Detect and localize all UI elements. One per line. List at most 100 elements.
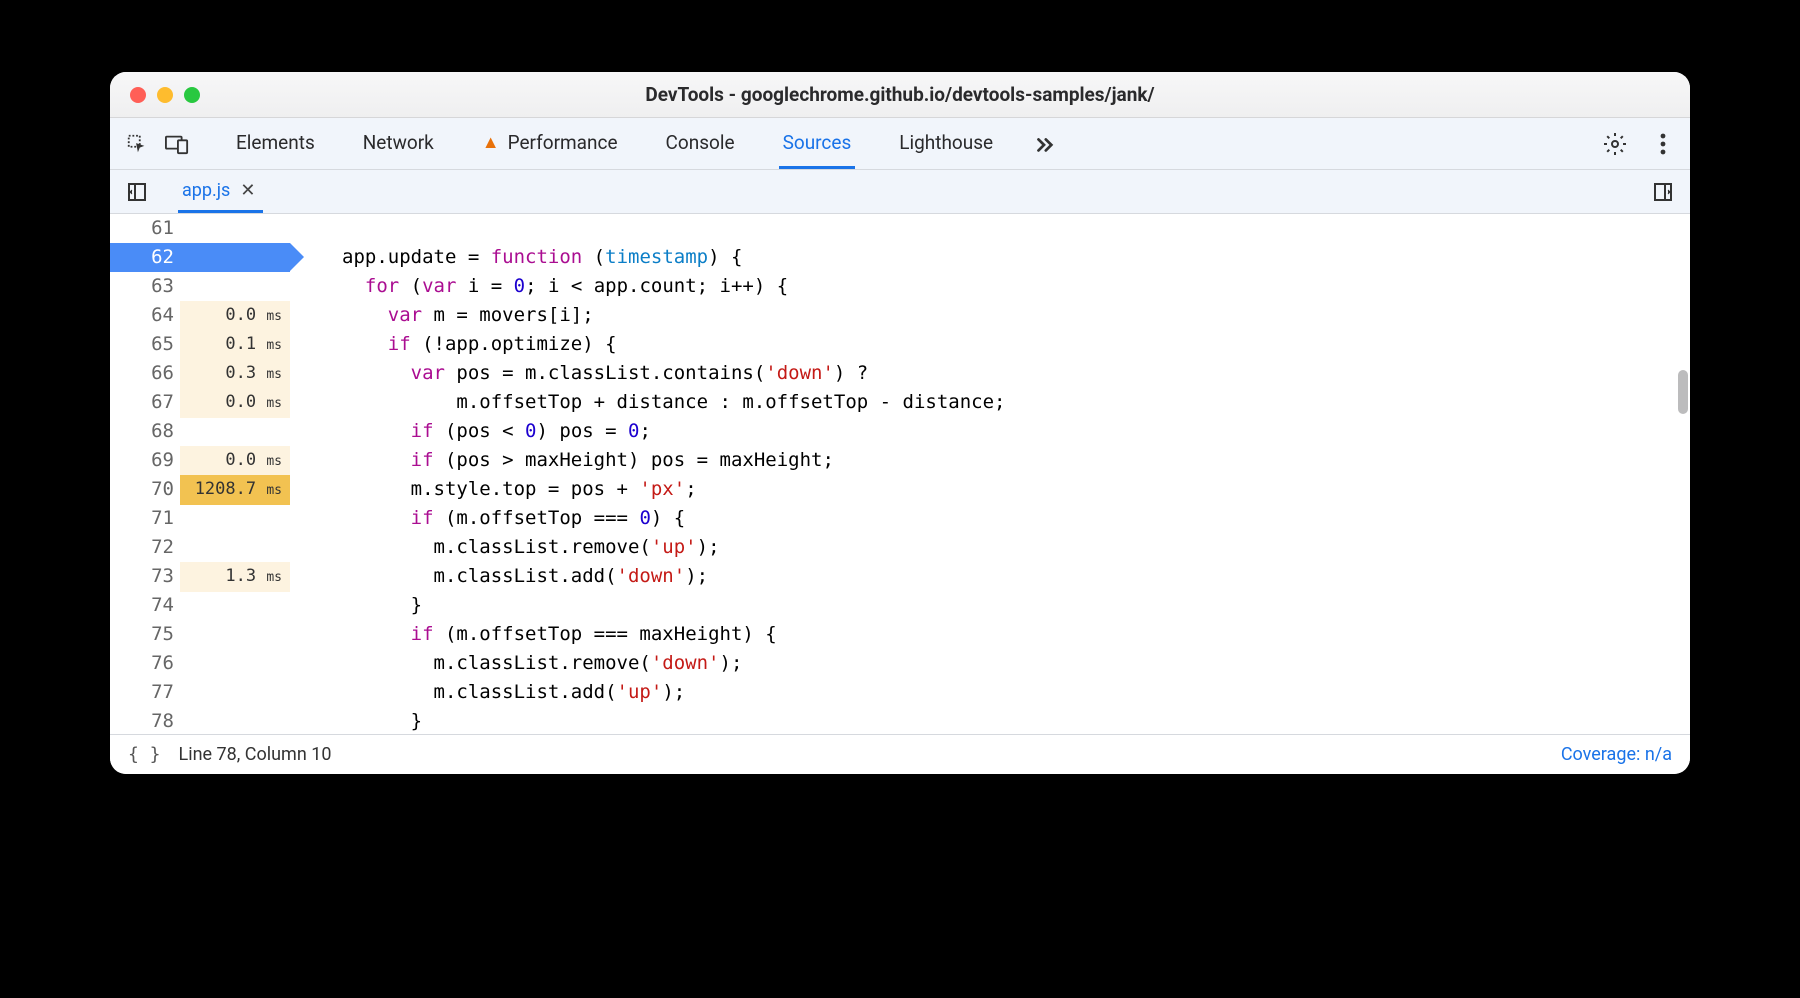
devtools-window: DevTools - googlechrome.github.io/devtoo… [110, 72, 1690, 774]
line-number: 62 [122, 243, 180, 272]
line-timing: 1208.7 ms [180, 475, 290, 505]
gutter-line[interactable]: 63 [110, 272, 290, 301]
gutter-line[interactable]: 670.0 ms [110, 388, 290, 417]
line-timing: 1.3 ms [180, 562, 290, 592]
sources-subbar: app.js ✕ [110, 170, 1690, 214]
gutter-line[interactable]: 76 [110, 649, 290, 678]
maximize-window-button[interactable] [184, 87, 200, 103]
line-number: 73 [122, 562, 180, 591]
gutter-line[interactable]: 660.3 ms [110, 359, 290, 388]
line-number: 66 [122, 359, 180, 388]
gutter-line[interactable]: 71 [110, 504, 290, 533]
code-editor[interactable]: 616263640.0 ms650.1 ms660.3 ms670.0 ms68… [110, 214, 1690, 734]
settings-gear-icon[interactable] [1602, 131, 1628, 157]
line-gutter[interactable]: 616263640.0 ms650.1 ms660.3 ms670.0 ms68… [110, 214, 290, 734]
panel-tab-label: Lighthouse [899, 131, 993, 154]
code-line[interactable]: if (m.offsetTop === maxHeight) { [342, 620, 1690, 649]
gutter-line[interactable]: 701208.7 ms [110, 475, 290, 504]
gutter-line[interactable]: 731.3 ms [110, 562, 290, 591]
show-debugger-icon[interactable] [1650, 179, 1676, 205]
line-number: 74 [122, 591, 180, 620]
gutter-line[interactable]: 75 [110, 620, 290, 649]
line-timing: 0.0 ms [180, 388, 290, 418]
line-number: 69 [122, 446, 180, 475]
line-number: 68 [122, 417, 180, 446]
code-line[interactable] [342, 214, 1690, 243]
panel-tabs: Elements Network ▲Performance Console Source… [232, 119, 997, 169]
panel-tab-performance[interactable]: ▲Performance [478, 119, 622, 169]
gutter-line[interactable]: 78 [110, 707, 290, 734]
line-timing: 0.0 ms [180, 301, 290, 331]
code-line[interactable]: for (var i = 0; i < app.count; i++) { [342, 272, 1690, 301]
statusbar: { } Line 78, Column 10 Coverage: n/a [110, 734, 1690, 774]
line-number: 71 [122, 504, 180, 533]
gutter-line[interactable]: 77 [110, 678, 290, 707]
warning-icon: ▲ [482, 132, 500, 153]
code-line[interactable]: if (pos > maxHeight) pos = maxHeight; [342, 446, 1690, 475]
line-number: 61 [122, 214, 180, 243]
gutter-line[interactable]: 690.0 ms [110, 446, 290, 475]
file-tab-appjs[interactable]: app.js ✕ [178, 171, 263, 213]
line-timing: 0.1 ms [180, 330, 290, 360]
window-title: DevTools - googlechrome.github.io/devtoo… [110, 83, 1690, 106]
line-timing: 0.3 ms [180, 359, 290, 389]
panel-tab-sources[interactable]: Sources [779, 119, 856, 169]
panel-tab-label: Elements [236, 131, 315, 154]
minimize-window-button[interactable] [157, 87, 173, 103]
panel-tab-console[interactable]: Console [662, 119, 739, 169]
gutter-line[interactable]: 61 [110, 214, 290, 243]
code-line[interactable]: if (m.offsetTop === 0) { [342, 504, 1690, 533]
line-number: 63 [122, 272, 180, 301]
main-toolbar: Elements Network ▲Performance Console Source… [110, 118, 1690, 170]
line-number: 75 [122, 620, 180, 649]
coverage-status[interactable]: Coverage: n/a [1561, 744, 1672, 765]
panel-tab-label: Console [666, 131, 735, 154]
scrollbar-thumb[interactable] [1678, 370, 1688, 414]
line-number: 78 [122, 707, 180, 734]
code-line[interactable]: if (!app.optimize) { [342, 330, 1690, 359]
gutter-line[interactable]: 72 [110, 533, 290, 562]
gutter-line[interactable]: 74 [110, 591, 290, 620]
line-number: 67 [122, 388, 180, 417]
pretty-print-icon[interactable]: { } [128, 744, 161, 765]
line-number: 77 [122, 678, 180, 707]
panel-tab-label: Sources [783, 131, 852, 154]
close-file-icon[interactable]: ✕ [240, 180, 255, 201]
code-line[interactable]: m.style.top = pos + 'px'; [342, 475, 1690, 504]
close-window-button[interactable] [130, 87, 146, 103]
line-number: 70 [122, 475, 180, 504]
code-line[interactable]: m.classList.add('up'); [342, 678, 1690, 707]
code-line[interactable]: } [342, 707, 1690, 734]
code-line[interactable]: m.classList.remove('up'); [342, 533, 1690, 562]
line-number: 72 [122, 533, 180, 562]
gutter-line[interactable]: 640.0 ms [110, 301, 290, 330]
code-line[interactable]: } [342, 591, 1690, 620]
line-timing: 0.0 ms [180, 446, 290, 476]
line-number: 65 [122, 330, 180, 359]
traffic-lights [110, 87, 200, 103]
panel-tab-network[interactable]: Network [359, 119, 438, 169]
code-line[interactable]: app.update = function (timestamp) { [342, 243, 1690, 272]
show-navigator-icon[interactable] [124, 179, 150, 205]
panel-tab-elements[interactable]: Elements [232, 119, 319, 169]
line-number: 64 [122, 301, 180, 330]
inspect-element-icon[interactable] [124, 131, 150, 157]
panel-tab-lighthouse[interactable]: Lighthouse [895, 119, 997, 169]
line-number: 76 [122, 649, 180, 678]
more-tabs-icon[interactable] [1031, 131, 1057, 157]
code-line[interactable]: if (pos < 0) pos = 0; [342, 417, 1690, 446]
file-tab-label: app.js [182, 180, 230, 201]
code-line[interactable]: m.offsetTop + distance : m.offsetTop - d… [342, 388, 1690, 417]
code-line[interactable]: m.classList.remove('down'); [342, 649, 1690, 678]
titlebar: DevTools - googlechrome.github.io/devtoo… [110, 72, 1690, 118]
code-content[interactable]: app.update = function (timestamp) { for … [290, 214, 1690, 734]
device-toolbar-icon[interactable] [164, 131, 190, 157]
gutter-line[interactable]: 62 [110, 243, 290, 272]
gutter-line[interactable]: 650.1 ms [110, 330, 290, 359]
kebab-menu-icon[interactable] [1650, 131, 1676, 157]
code-line[interactable]: var m = movers[i]; [342, 301, 1690, 330]
panel-tab-label: Network [363, 131, 434, 154]
gutter-line[interactable]: 68 [110, 417, 290, 446]
code-line[interactable]: var pos = m.classList.contains('down') ? [342, 359, 1690, 388]
code-line[interactable]: m.classList.add('down'); [342, 562, 1690, 591]
